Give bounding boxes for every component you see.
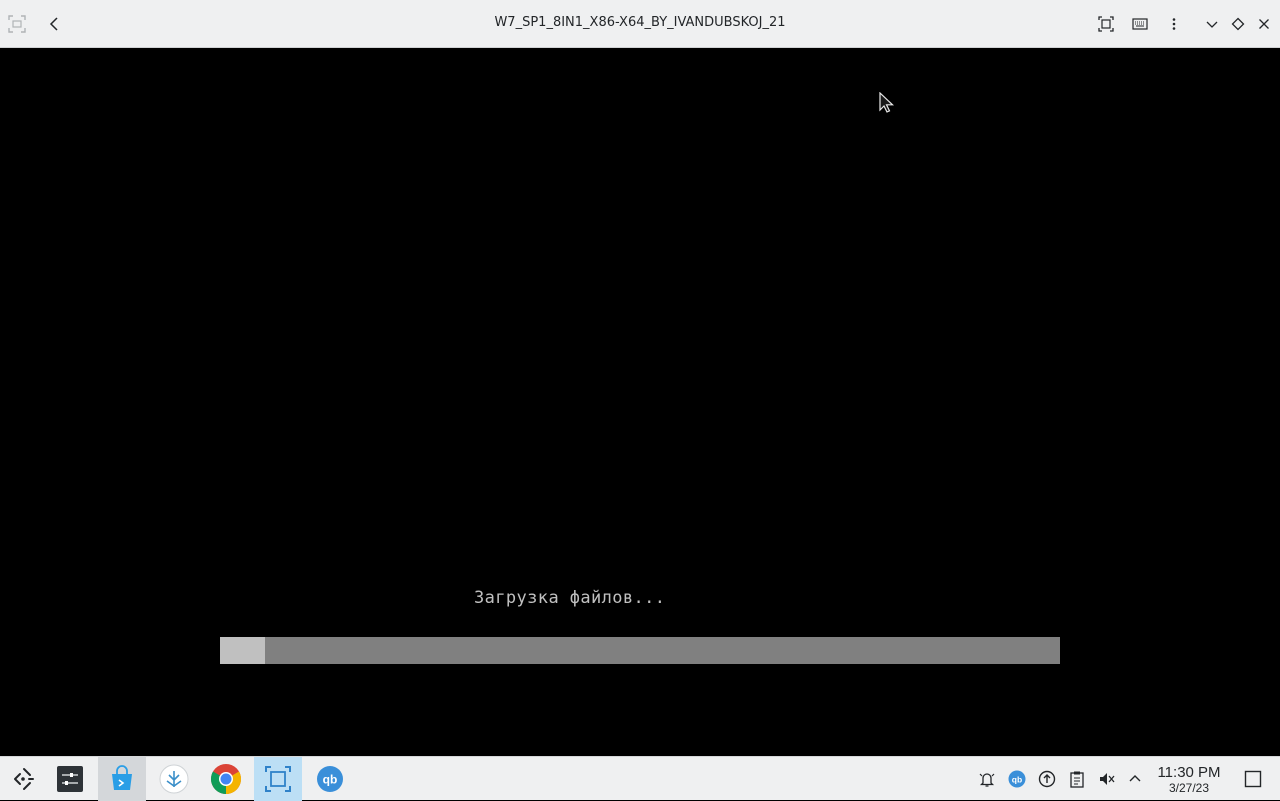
svg-text:qb: qb <box>1012 774 1022 784</box>
close-icon[interactable] <box>1254 14 1274 34</box>
maximize-icon[interactable] <box>1228 14 1248 34</box>
qbittorrent-icon[interactable]: qb <box>306 757 354 801</box>
show-desktop-icon[interactable] <box>1244 770 1262 788</box>
taskbar: qb qb 11:30 PM 3/27/23 <box>0 756 1280 801</box>
updates-icon[interactable] <box>1037 769 1057 789</box>
discover-store-icon[interactable] <box>98 757 146 801</box>
clipboard-icon[interactable] <box>1067 769 1087 789</box>
loading-progress-bar <box>220 637 1060 664</box>
volume-muted-icon[interactable] <box>1097 769 1117 789</box>
chrome-icon[interactable] <box>202 757 250 801</box>
tray-expand-icon[interactable] <box>1125 769 1145 789</box>
virtual-machine-icon[interactable] <box>254 757 302 801</box>
clock-date: 3/27/23 <box>1168 781 1210 795</box>
app-launcher-icon[interactable] <box>0 757 48 801</box>
clock-time: 11:30 PM <box>1157 764 1221 781</box>
fullscreen-icon[interactable] <box>1096 14 1116 34</box>
mouse-cursor-icon <box>879 91 895 114</box>
menu-icon[interactable] <box>1164 14 1184 34</box>
vm-display[interactable]: Загрузка файлов... <box>0 48 1280 756</box>
window-title: W7_SP1_8IN1_X86-X64_BY_IVANDUBSKOJ_21 <box>494 15 786 30</box>
notifications-icon[interactable] <box>977 769 997 789</box>
loading-progress-fill <box>220 637 265 664</box>
boot-status-text: Загрузка файлов... <box>474 588 666 608</box>
svg-text:qb: qb <box>323 773 338 787</box>
krita-app-icon[interactable] <box>150 757 198 801</box>
qbittorrent-tray-icon[interactable]: qb <box>1007 769 1027 789</box>
keyboard-icon[interactable] <box>1130 14 1150 34</box>
system-settings-icon[interactable] <box>46 757 94 801</box>
minimize-icon[interactable] <box>1202 14 1222 34</box>
clock[interactable]: 11:30 PM 3/27/23 <box>1150 764 1228 796</box>
window-titlebar: W7_SP1_8IN1_X86-X64_BY_IVANDUBSKOJ_21 <box>0 0 1280 48</box>
